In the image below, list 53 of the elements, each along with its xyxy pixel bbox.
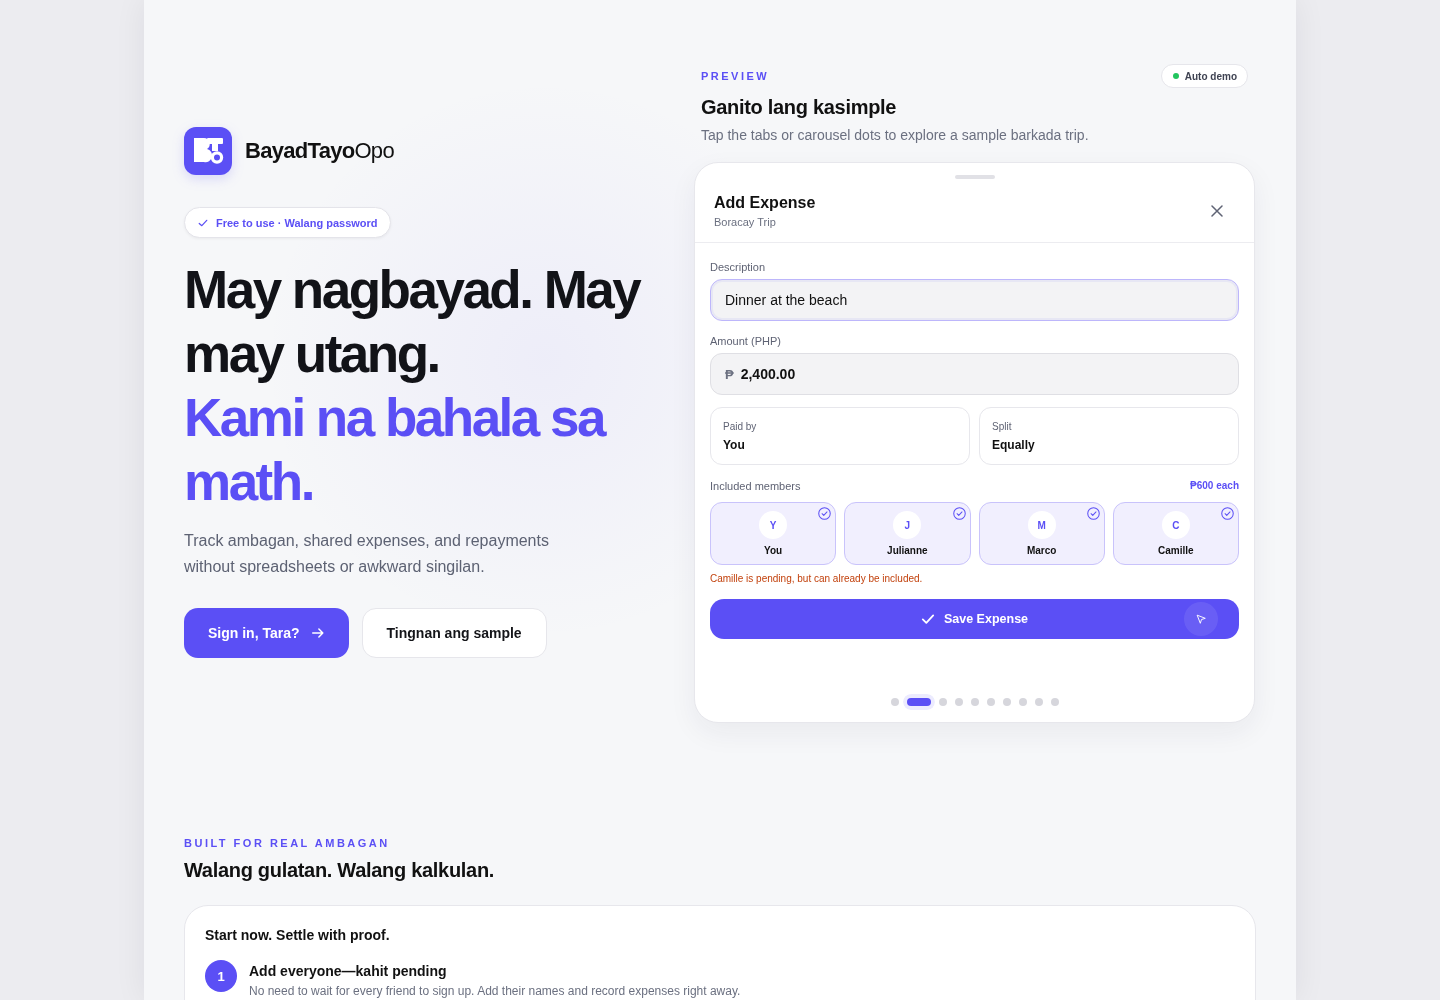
step-description: No need to wait for every friend to sign up. Add their names and record expenses right away. — [249, 983, 741, 999]
paid-by-select[interactable]: Paid by You — [710, 407, 970, 465]
field-label: Description — [710, 260, 767, 275]
arrow-right-icon — [310, 626, 325, 640]
share-amount: ₱600 each — [1190, 479, 1239, 493]
step-number: 1 — [205, 960, 237, 992]
amount-field[interactable]: ₱ 2,400.00 — [710, 353, 1239, 395]
check-icon — [198, 217, 208, 228]
step-title: Add everyone—kahit pending — [249, 962, 448, 981]
carousel-dot[interactable] — [1034, 698, 1043, 706]
status-text: Auto demo — [1184, 70, 1237, 82]
avatar: M — [1027, 511, 1056, 539]
status-dot-icon — [1172, 73, 1179, 79]
carousel-dot[interactable] — [986, 698, 995, 706]
avatar: Y — [759, 511, 788, 539]
avatar: C — [1161, 511, 1190, 539]
carousel-dot[interactable] — [1002, 698, 1011, 706]
carousel-dot[interactable] — [970, 698, 979, 706]
section-eyebrow: PREVIEW — [701, 69, 770, 84]
member-card[interactable]: Y You — [710, 502, 837, 565]
preview-subtitle: Tap the tabs or carousel dots to explore a sample barkada trip. — [701, 126, 1090, 145]
logo-icon — [184, 127, 232, 175]
hero-description: Track ambagan, shared expenses, and repayments without spreadsheets or awkward singilan. — [184, 531, 550, 577]
brand-name: BayadTayoOpo — [245, 137, 394, 165]
avatar: J — [893, 511, 922, 539]
feature-pill-text: Free to use · Walang password — [216, 216, 378, 229]
close-icon[interactable] — [1211, 205, 1223, 217]
headline-accent: Kami na bahala sa math. — [184, 387, 606, 513]
save-expense-button[interactable]: Save Expense — [710, 599, 1239, 639]
member-card[interactable]: J Julianne — [844, 502, 971, 565]
sign-in-button[interactable]: Sign in, Tara? — [184, 608, 349, 658]
section-eyebrow: BUILT FOR REAL AMBAGAN — [184, 836, 391, 851]
cursor-icon — [1184, 602, 1218, 636]
carousel-dot[interactable] — [890, 698, 899, 706]
sheet-subtitle: Boracay Trip — [714, 215, 777, 230]
field-label: Amount (PHP) — [710, 334, 782, 349]
members-label: Included members — [710, 479, 801, 494]
check-icon — [920, 612, 935, 626]
description-field[interactable]: Dinner at the beach — [710, 279, 1239, 321]
view-sample-button[interactable]: Tingnan ang sample — [361, 608, 547, 658]
pending-note: Camille is pending, but can already be included. — [710, 572, 924, 586]
carousel-dot[interactable] — [1018, 698, 1027, 706]
card-title: Start now. Settle with proof. — [205, 926, 391, 945]
member-card[interactable]: C Camille — [1112, 502, 1239, 565]
preview-title: Ganito lang kasimple — [701, 95, 898, 120]
sheet-title: Add Expense — [714, 193, 816, 213]
carousel-dot[interactable] — [1050, 698, 1059, 706]
headline: May nagbayad. May may utang. — [184, 259, 642, 385]
split-select[interactable]: Split Equally — [979, 407, 1239, 465]
carousel-dot[interactable] — [938, 698, 947, 706]
member-card[interactable]: M Marco — [978, 502, 1105, 565]
carousel-dot[interactable] — [954, 698, 963, 706]
section-title: Walang gulatan. Walang kalkulan. — [184, 858, 496, 883]
